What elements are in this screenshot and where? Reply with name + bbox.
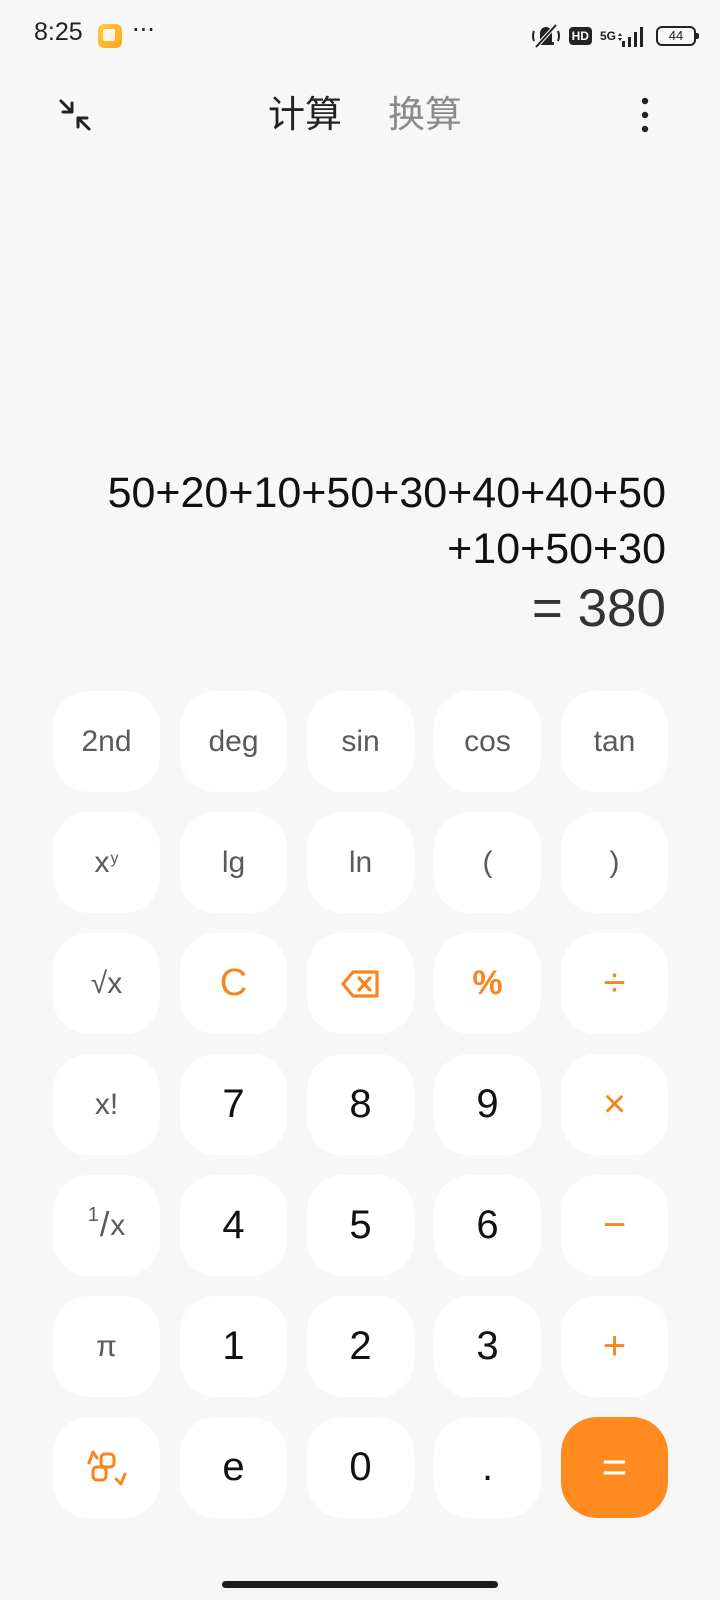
digit-9-button[interactable]: 9 bbox=[434, 1054, 541, 1155]
status-icons: HD 5G 44 bbox=[531, 20, 699, 52]
ln-button[interactable]: ln bbox=[307, 812, 414, 913]
close-paren-button[interactable]: ) bbox=[561, 812, 668, 913]
digit-8-button[interactable]: 8 bbox=[307, 1054, 414, 1155]
expression-line: 50+20+10+50+30+40+40+50 bbox=[107, 469, 666, 517]
pi-button[interactable]: π bbox=[53, 1296, 160, 1397]
digit-0-button[interactable]: 0 bbox=[307, 1417, 414, 1518]
keypad: 2nd deg sin cos tan xy lg ln ( ) √x C % … bbox=[53, 691, 668, 1518]
sin-button[interactable]: sin bbox=[307, 691, 414, 792]
factorial-button[interactable]: x! bbox=[53, 1054, 160, 1155]
backspace-button[interactable] bbox=[307, 933, 414, 1034]
tan-button[interactable]: tan bbox=[561, 691, 668, 792]
equals-button[interactable]: = bbox=[561, 1417, 668, 1518]
digit-2-button[interactable]: 2 bbox=[307, 1296, 414, 1397]
power-base: x bbox=[94, 845, 110, 879]
clear-button[interactable]: C bbox=[180, 933, 287, 1034]
switch-mode-button[interactable] bbox=[53, 1417, 160, 1518]
battery-indicator: 44 bbox=[656, 26, 699, 46]
network-type: 5G bbox=[599, 29, 616, 43]
signal-icon bbox=[618, 27, 643, 47]
more-vertical-icon bbox=[641, 97, 649, 133]
digit-6-button[interactable]: 6 bbox=[434, 1175, 541, 1276]
hd-badge: HD bbox=[568, 27, 592, 45]
percent-button[interactable]: % bbox=[434, 933, 541, 1034]
power-button[interactable]: xy bbox=[53, 812, 160, 913]
euler-e-button[interactable]: e bbox=[180, 1417, 287, 1518]
switch-mode-icon bbox=[87, 1450, 126, 1485]
reciprocal-button[interactable]: 1/x bbox=[53, 1175, 160, 1276]
digit-7-button[interactable]: 7 bbox=[180, 1054, 287, 1155]
status-time: 8:25 bbox=[34, 18, 83, 46]
digit-5-button[interactable]: 5 bbox=[307, 1175, 414, 1276]
result: = 380 bbox=[531, 579, 666, 638]
digit-3-button[interactable]: 3 bbox=[434, 1296, 541, 1397]
sqrt-button[interactable]: √x bbox=[53, 933, 160, 1034]
more-notifications-indicator: ··· bbox=[132, 16, 155, 44]
minus-button[interactable]: − bbox=[561, 1175, 668, 1276]
reciprocal-numerator: 1 bbox=[87, 1204, 99, 1226]
reciprocal-denominator: x bbox=[110, 1208, 126, 1242]
power-exponent: y bbox=[110, 849, 119, 867]
second-function-button[interactable]: 2nd bbox=[53, 691, 160, 792]
log10-button[interactable]: lg bbox=[180, 812, 287, 913]
mode-tabs: 计算 换算 bbox=[0, 90, 720, 140]
reciprocal-slash: / bbox=[99, 1206, 110, 1244]
home-indicator[interactable] bbox=[222, 1581, 498, 1588]
divide-button[interactable]: ÷ bbox=[561, 933, 668, 1034]
tab-convert[interactable]: 换算 bbox=[388, 90, 462, 140]
degree-mode-button[interactable]: deg bbox=[180, 691, 287, 792]
digit-1-button[interactable]: 1 bbox=[180, 1296, 287, 1397]
multiply-button[interactable]: × bbox=[561, 1054, 668, 1155]
digit-4-button[interactable]: 4 bbox=[180, 1175, 287, 1276]
backspace-icon bbox=[340, 969, 379, 998]
expression: 50+20+10+50+30+40+40+50 +10+50+30 bbox=[40, 465, 666, 577]
calculator-display: 50+20+10+50+30+40+40+50 +10+50+30 = 380 bbox=[40, 465, 666, 643]
expression-line: +10+50+30 bbox=[447, 525, 666, 573]
open-paren-button[interactable]: ( bbox=[434, 812, 541, 913]
status-bar: 8:25 ··· HD 5G 44 bbox=[0, 0, 720, 72]
decimal-point-button[interactable]: . bbox=[434, 1417, 541, 1518]
more-options-button[interactable] bbox=[620, 90, 670, 140]
vibrate-mute-icon bbox=[531, 23, 560, 49]
notes-notification-icon bbox=[98, 24, 122, 48]
tab-calculate[interactable]: 计算 bbox=[268, 90, 342, 140]
plus-button[interactable]: + bbox=[561, 1296, 668, 1397]
cos-button[interactable]: cos bbox=[434, 691, 541, 792]
header: 计算 换算 bbox=[0, 80, 720, 152]
